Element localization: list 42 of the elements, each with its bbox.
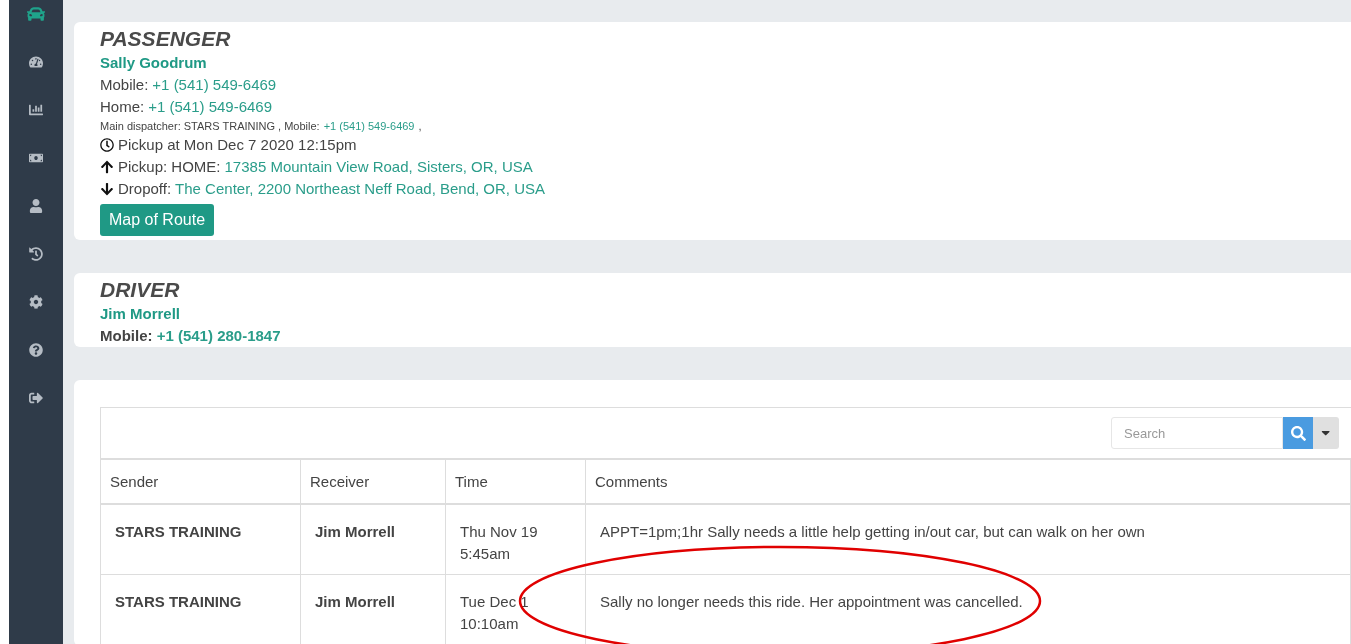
table-cell: Jim Morrell xyxy=(301,505,446,575)
info-label: Main dispatcher: STARS TRAINING , Mobile: xyxy=(100,119,320,134)
info-link[interactable]: +1 (541) 549-6469 xyxy=(323,118,415,134)
car-icon[interactable] xyxy=(27,5,45,23)
section-heading: PASSENGER xyxy=(100,26,231,52)
table-cell: APPT=1pm;1hr Sally needs a little help getting in/out car, but can walk on her own xyxy=(586,505,1351,575)
arrow-down-icon xyxy=(100,182,114,196)
column-header[interactable]: Receiver xyxy=(301,460,446,505)
info-label: Home: xyxy=(100,97,145,117)
mobile-label: Mobile: xyxy=(100,327,153,344)
section-heading: DRIVER xyxy=(100,277,180,303)
info-label: Pickup: HOME: xyxy=(118,157,221,177)
info-label: Dropoff: xyxy=(118,179,172,199)
driver-name[interactable]: Jim Morrell xyxy=(100,303,181,325)
info-link[interactable]: +1 (541) 549-6469 xyxy=(152,74,277,96)
settings-icon[interactable] xyxy=(27,293,45,311)
table-cell: Sally no longer needs this ride. Her appointment was cancelled. xyxy=(586,575,1351,644)
dropdown-button[interactable] xyxy=(1313,417,1339,449)
table-cell: Jim Morrell xyxy=(301,575,446,644)
info-label: Mobile: xyxy=(100,75,149,95)
arrow-up-icon xyxy=(100,160,114,174)
column-header[interactable]: Comments xyxy=(586,460,1351,505)
punctuation: , xyxy=(418,119,422,134)
table-cell: Thu Nov 19 5:45am xyxy=(446,505,586,575)
user-icon[interactable] xyxy=(27,197,45,215)
column-header[interactable]: Sender xyxy=(101,460,301,505)
search-icon xyxy=(1290,425,1306,441)
help-icon[interactable] xyxy=(27,341,45,359)
history-icon[interactable] xyxy=(27,245,45,263)
map-button[interactable]: Map of Route xyxy=(100,204,215,236)
info-link[interactable]: +1 (541) 549-6469 xyxy=(148,96,273,118)
phone-link[interactable]: +1 (541) 280-1847 xyxy=(156,327,281,344)
passenger-name[interactable]: Sally Goodrum xyxy=(100,52,207,74)
table-cell: STARS TRAINING xyxy=(101,505,301,575)
column-header[interactable]: Time xyxy=(446,460,586,505)
info-label: Pickup at Mon Dec 7 2020 12:15pm xyxy=(118,135,357,155)
info-link[interactable]: The Center, 2200 Northeast Neff Road, Bend, OR, USA xyxy=(175,178,546,200)
search-field[interactable]: Search xyxy=(1111,417,1283,449)
info-link[interactable]: 17385 Mountain View Road, Sisters, OR, USA xyxy=(224,156,533,178)
search-button[interactable] xyxy=(1283,417,1313,449)
clock-icon xyxy=(100,138,114,152)
table-cell: STARS TRAINING xyxy=(101,575,301,644)
